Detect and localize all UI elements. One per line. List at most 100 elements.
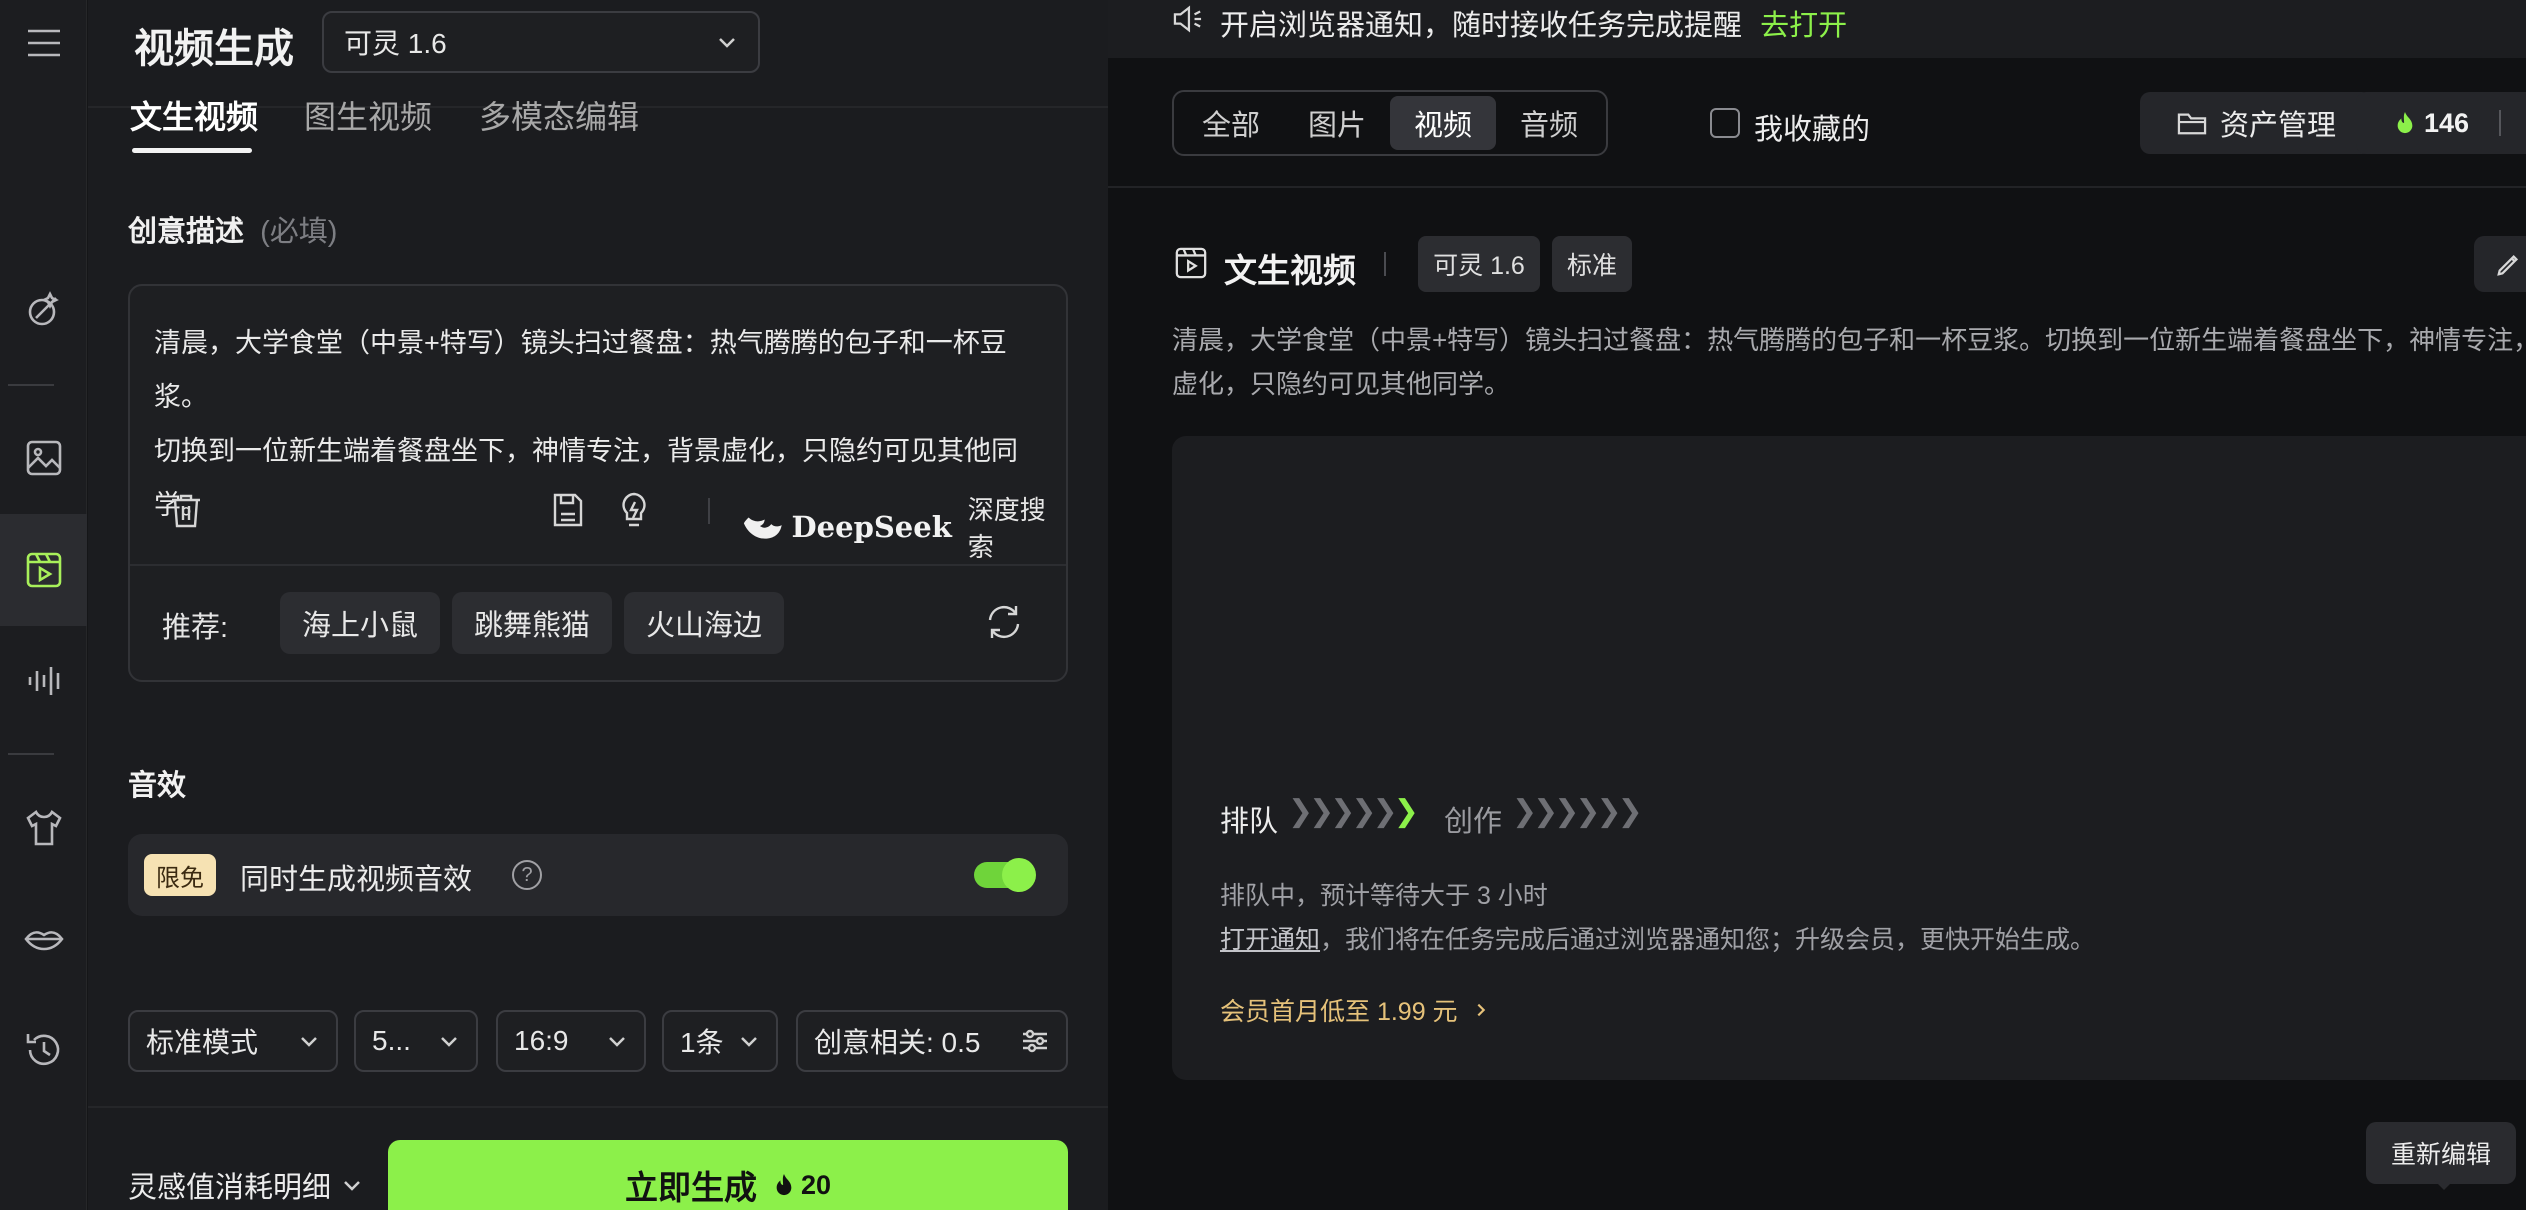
filter-tab-audio[interactable]: 音频: [1496, 96, 1602, 150]
task-description-line: 清晨，大学食堂（中景+特写）镜头扫过餐盘：热气腾腾的包子和一杯豆浆。切换到一位新…: [1172, 325, 2526, 355]
count-select[interactable]: 1条: [662, 1010, 778, 1072]
model-select[interactable]: 可灵 1.6: [322, 11, 760, 73]
favorites-label: 我收藏的: [1754, 114, 1871, 146]
audio-icon[interactable]: [0, 641, 87, 721]
task-title: 文生视频: [1224, 252, 1356, 289]
refresh-icon: [988, 605, 1020, 639]
credits-display[interactable]: 146: [2356, 92, 2526, 154]
tab-image-to-video[interactable]: 图生视频: [304, 92, 432, 138]
speaker-icon: [1173, 5, 1202, 33]
sound-toggle[interactable]: [974, 858, 1036, 892]
help-icon[interactable]: ?: [512, 860, 542, 890]
mode-tabs: 文生视频 图生视频 多模态编辑: [88, 84, 1108, 156]
chevron-down-icon: [441, 1037, 457, 1047]
free-badge: 限免: [144, 854, 216, 896]
relevance-setting[interactable]: 创意相关: 0.5: [796, 1010, 1068, 1072]
magic-icon[interactable]: [0, 270, 87, 350]
deepseek-search-button[interactable]: DeepSeek 深度搜索: [742, 490, 1066, 564]
cost-detail-label: 灵感值消耗明细: [128, 1172, 332, 1204]
enable-notification-link[interactable]: 去打开: [1760, 10, 1847, 42]
save-icon: [553, 493, 583, 527]
video-icon[interactable]: [0, 514, 87, 626]
footer-divider: [88, 1106, 1108, 1108]
task-description-line: 虚化，只隐约可见其他同学。: [1172, 369, 1511, 399]
type-filter-tabs: 全部 图片 视频 音频: [1172, 90, 1609, 156]
card-divider: [130, 564, 1066, 566]
image-icon[interactable]: [0, 418, 87, 498]
cost-detail-button[interactable]: 灵感值消耗明细: [128, 1164, 363, 1206]
page-title: 视频生成: [134, 27, 294, 71]
menu-icon[interactable]: [0, 3, 87, 83]
save-prompt-button[interactable]: [548, 490, 588, 535]
membership-promo-link[interactable]: 会员首月低至 1.99 元: [1220, 992, 1490, 1028]
required-hint: (必填): [260, 216, 338, 248]
chevron-down-icon: [301, 1037, 317, 1047]
filter-tab-video[interactable]: 视频: [1390, 96, 1497, 150]
count-select-value: 1条: [680, 1027, 724, 1058]
icon-rail: [0, 0, 87, 1210]
pencil-icon: [2497, 254, 2519, 276]
model-tag: 可灵 1.6: [1418, 236, 1540, 292]
trash-icon: [172, 494, 200, 528]
inspire-button[interactable]: [614, 490, 654, 535]
recommend-chip[interactable]: 火山海边: [624, 592, 784, 654]
results-panel: 开启浏览器通知，随时接收任务完成提醒 去打开 全部 图片 视频 音频 我收藏的 …: [1108, 0, 2526, 1210]
generation-panel: 视频生成 可灵 1.6 文生视频 图生视频 多模态编辑 创意描述 (必填) 清晨…: [88, 0, 1108, 1210]
tab-text-to-video[interactable]: 文生视频: [130, 92, 258, 138]
ratio-select[interactable]: 16:9: [496, 1010, 646, 1072]
chevron-down-icon: [719, 38, 735, 48]
deepseek-brand: DeepSeek: [791, 510, 952, 544]
create-progress-arrows: ❯❯❯❯❯❯: [1512, 795, 1643, 828]
membership-promo-text: 会员首月低至 1.99 元: [1220, 998, 1458, 1026]
sound-option-row: 限免 同时生成视频音效 ?: [128, 834, 1068, 916]
recommend-chip[interactable]: 海上小鼠: [280, 592, 440, 654]
prompt-label: 创意描述 (必填): [128, 216, 338, 248]
lips-icon[interactable]: [0, 899, 87, 979]
generate-label: 立即生成: [624, 1169, 757, 1206]
reedit-tooltip: 重新编辑: [2366, 1122, 2516, 1184]
shirt-icon[interactable]: [0, 788, 87, 868]
edit-button[interactable]: [2474, 236, 2526, 292]
chevron-right-icon: [1477, 1003, 1485, 1017]
toggle-knob: [1002, 858, 1036, 892]
step-queue-label: 排队: [1220, 806, 1279, 838]
model-select-value: 可灵 1.6: [344, 28, 447, 59]
quality-tag: 标准: [1552, 236, 1632, 292]
favorites-checkbox[interactable]: [1710, 108, 1740, 138]
credits-divider: [2499, 110, 2502, 136]
duration-select-value: 5...: [372, 1025, 411, 1056]
notify-message: 打开通知，我们将在任务完成后通过浏览器通知您；升级会员，更快开始生成。: [1220, 926, 2096, 954]
chevron-down-icon: [741, 1037, 757, 1047]
filter-tab-image[interactable]: 图片: [1284, 96, 1390, 150]
flame-icon: [776, 1174, 792, 1196]
recommend-chip[interactable]: 跳舞熊猫: [452, 592, 612, 654]
chevron-down-icon: [344, 1181, 360, 1191]
asset-management-button[interactable]: 资产管理: [2140, 92, 2372, 154]
open-notification-link[interactable]: 打开通知: [1220, 926, 1320, 954]
chevron-down-icon: [609, 1037, 625, 1047]
video-task-icon: [1175, 247, 1207, 279]
duration-select[interactable]: 5...: [354, 1010, 478, 1072]
toolbar-divider: [708, 498, 710, 524]
step-create-label: 创作: [1444, 806, 1503, 838]
delete-button[interactable]: [166, 490, 206, 535]
filter-tab-all[interactable]: 全部: [1178, 96, 1284, 150]
task-title-divider: [1384, 252, 1386, 276]
queue-status: 排队中，预计等待大于 3 小时: [1220, 882, 1548, 910]
lightbulb-icon: [622, 492, 646, 527]
queue-progress-arrows: ❯❯❯❯❯❯: [1288, 795, 1419, 828]
relevance-value: 创意相关: 0.5: [814, 1027, 981, 1058]
sound-option-label: 同时生成视频音效: [240, 864, 473, 896]
tab-multimodal-edit[interactable]: 多模态编辑: [479, 92, 639, 138]
rail-divider: [8, 384, 54, 386]
rail-divider: [8, 753, 54, 755]
generate-button[interactable]: 立即生成 20: [388, 1140, 1068, 1210]
mode-select[interactable]: 标准模式: [128, 1010, 338, 1072]
task-description: 清晨，大学食堂（中景+特写）镜头扫过餐盘：热气腾腾的包子和一杯豆浆。切换到一位新…: [1172, 318, 2526, 406]
flame-icon: [2397, 112, 2413, 134]
history-icon[interactable]: [0, 1010, 87, 1090]
refresh-recommend-button[interactable]: [984, 602, 1024, 647]
sliders-icon: [1023, 1029, 1047, 1053]
filter-divider: [1108, 186, 2526, 188]
credits-value: 146: [2424, 107, 2470, 138]
